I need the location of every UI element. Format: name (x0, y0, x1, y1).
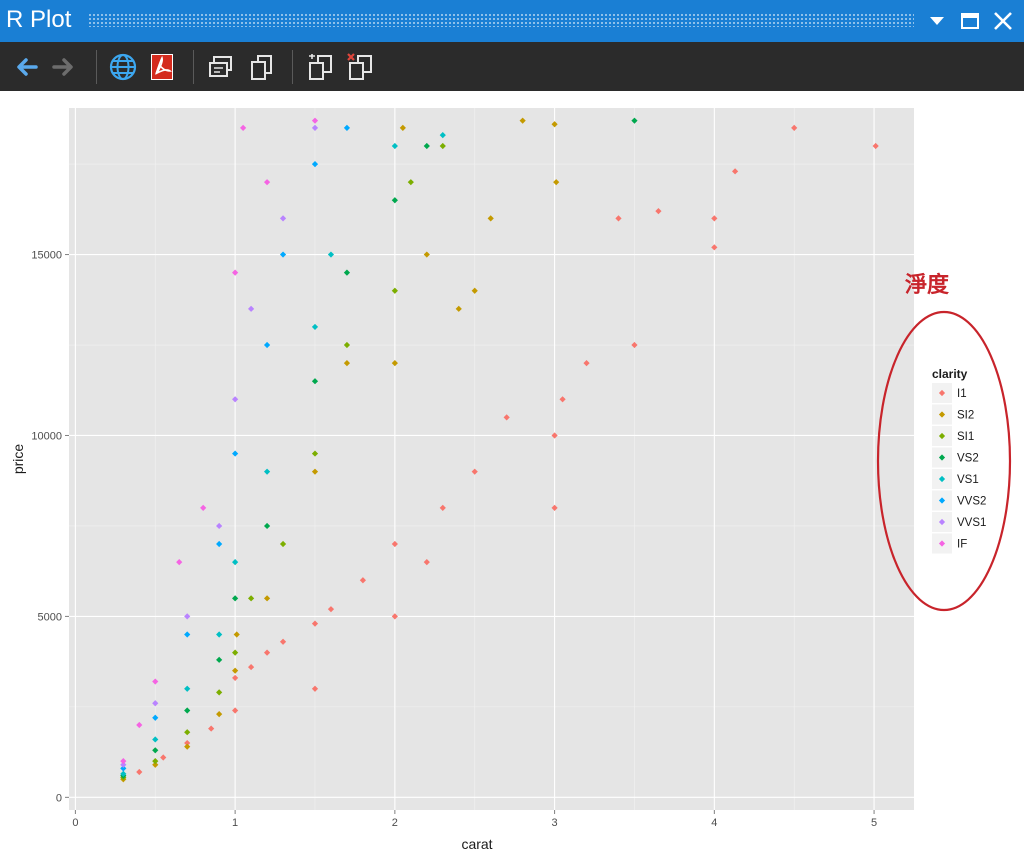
legend-label: IF (957, 539, 967, 551)
globe-icon[interactable] (107, 51, 139, 83)
plot-area: 0 1 2 3 4 5 0 5000 10000 15000 carat price clarit… (0, 91, 1024, 863)
plot-panel (69, 108, 914, 810)
y-tick-label: 15000 (31, 250, 62, 262)
window-title: R Plot (6, 6, 72, 33)
legend-label: VS1 (957, 474, 979, 486)
close-icon[interactable] (990, 8, 1016, 34)
legend-title: clarity (932, 367, 968, 381)
y-tick-label: 0 (56, 792, 62, 804)
annotation-label: 淨度 (905, 272, 950, 297)
legend-label: VS2 (957, 453, 979, 465)
legend-label: SI2 (957, 410, 974, 422)
arrow-right-icon[interactable] (48, 51, 80, 83)
x-axis-title: carat (461, 836, 492, 852)
x-tick-label: 3 (552, 817, 558, 829)
legend-label: VVS2 (957, 496, 986, 508)
legend-label: VVS1 (957, 517, 986, 529)
y-axis-title: price (10, 444, 26, 475)
y-tick-label: 5000 (38, 611, 62, 623)
x-tick-label: 2 (392, 817, 398, 829)
legend-label: SI1 (957, 431, 974, 443)
plot-history-icon[interactable] (305, 51, 337, 83)
title-bar-grip[interactable] (88, 13, 914, 27)
x-tick-label: 5 (871, 817, 877, 829)
delete-plot-icon[interactable] (345, 51, 377, 83)
x-tick-label: 4 (711, 817, 717, 829)
y-tick-label: 10000 (31, 430, 62, 442)
toolbar-separator (96, 50, 97, 84)
toolbar-separator (292, 50, 293, 84)
scatter-plot: 0 1 2 3 4 5 0 5000 10000 15000 carat price clarit… (10, 108, 1012, 852)
maximize-icon[interactable] (957, 8, 983, 34)
x-tick-label: 0 (72, 817, 78, 829)
arrow-left-icon[interactable] (10, 51, 42, 83)
toolbar-separator (193, 50, 194, 84)
legend: clarity I1 SI2 SI1 VS2 VS1 VVS2 VVS1 IF (932, 367, 986, 554)
title-bar: R Plot (0, 0, 1024, 42)
dropdown-icon[interactable] (924, 8, 950, 34)
toolbar (0, 42, 1024, 91)
copy-window-icon[interactable] (205, 51, 237, 83)
x-tick-label: 1 (232, 817, 238, 829)
copy-pages-icon[interactable] (246, 51, 278, 83)
pdf-icon[interactable] (147, 51, 179, 83)
legend-label: I1 (957, 388, 967, 400)
